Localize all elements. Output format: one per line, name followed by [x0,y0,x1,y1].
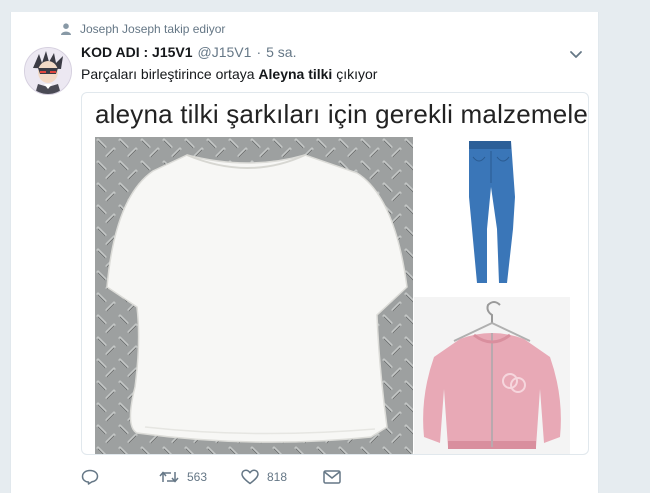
chevron-down-icon [570,51,582,58]
heart-icon [241,469,259,485]
social-context-text[interactable]: Joseph Joseph takip ediyor [80,22,225,36]
direct-message-button[interactable] [323,470,341,484]
tweet-timestamp[interactable]: 5 sa. [266,44,296,60]
tweet-actions: 563 818 [81,467,341,487]
tweet-text: Parçaları birleştirince ortaya Aleyna ti… [81,66,378,82]
reply-icon [81,469,99,485]
tweet-card[interactable]: Joseph Joseph takip ediyor KOD ADI : J15… [10,12,599,493]
user-handle[interactable]: @J15V1 [198,44,252,60]
display-name[interactable]: KOD ADI : J15V1 [81,44,193,60]
retweet-count: 563 [187,470,208,484]
jeans-image [427,137,557,287]
tweet-header: KOD ADI : J15V1 @J15V1 · 5 sa. [81,44,578,64]
header-separator: · [256,44,262,60]
avatar[interactable] [24,47,72,95]
like-count: 818 [267,470,288,484]
social-context: Joseph Joseph takip ediyor [61,21,225,37]
tweet-media-image[interactable]: aleyna tilki şarkıları için gerekli malz… [81,92,589,455]
retweet-button[interactable]: 563 [159,470,241,484]
retweet-icon [159,471,179,483]
pink-jacket-image [414,297,570,454]
like-button[interactable]: 818 [241,469,323,485]
meme-caption: aleyna tilki şarkıları için gerekli malz… [95,99,589,129]
more-options-button[interactable] [568,47,584,61]
tshirt-image [95,137,413,454]
tweet-text-bold: Aleyna tilki [258,66,333,82]
envelope-icon [323,470,341,484]
person-icon [61,23,71,35]
reply-button[interactable] [81,469,159,485]
